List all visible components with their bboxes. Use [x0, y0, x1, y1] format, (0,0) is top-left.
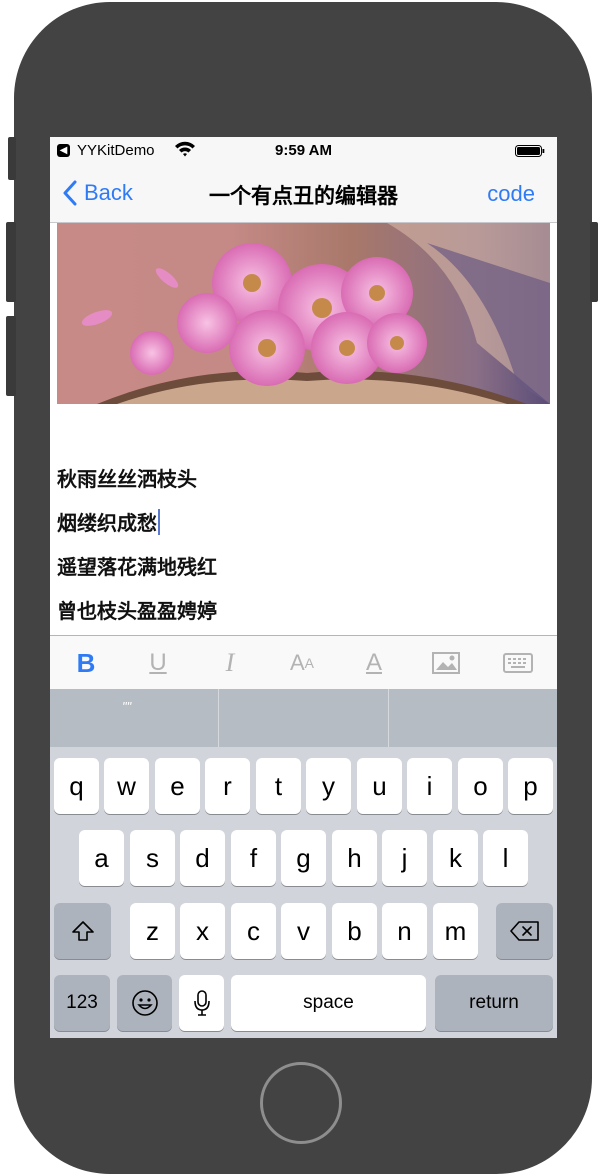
side-button-volume-down	[6, 316, 16, 396]
font-size-small-glyph: A	[304, 655, 315, 671]
page-title: 一个有点丑的编辑器	[209, 185, 398, 208]
key-d[interactable]: d	[180, 830, 225, 886]
editor-line[interactable]: 秋雨丝丝洒枝头	[57, 463, 197, 492]
numbers-key[interactable]: 123	[54, 975, 110, 1031]
key-g[interactable]: g	[281, 830, 326, 886]
text-color-button[interactable]: A	[338, 636, 410, 690]
battery-icon	[515, 145, 545, 157]
insert-image-button[interactable]	[410, 636, 482, 690]
suggestion-slot[interactable]	[219, 689, 388, 747]
key-n[interactable]: n	[382, 903, 427, 959]
shift-icon	[71, 921, 94, 941]
key-p[interactable]: p	[508, 758, 553, 814]
key-f[interactable]: f	[231, 830, 276, 886]
key-h[interactable]: h	[332, 830, 377, 886]
key-i[interactable]: i	[407, 758, 452, 814]
clock: 9:59 AM	[275, 142, 332, 159]
keyboard-icon	[503, 653, 533, 673]
dictation-key[interactable]	[179, 975, 224, 1031]
emoji-key[interactable]	[117, 975, 172, 1031]
editor-line[interactable]: 曾也枝头盈盈娉婷	[57, 595, 217, 624]
delete-key[interactable]	[496, 903, 553, 959]
key-q[interactable]: q	[54, 758, 99, 814]
bold-button[interactable]: B	[50, 636, 122, 690]
key-e[interactable]: e	[155, 758, 200, 814]
key-c[interactable]: c	[231, 903, 276, 959]
suggestion-text: ""	[122, 699, 132, 714]
return-key[interactable]: return	[435, 975, 553, 1031]
navigation-bar: Back 一个有点丑的编辑器 code	[50, 164, 557, 223]
code-button[interactable]: code	[487, 181, 535, 207]
italic-button[interactable]: I	[194, 636, 266, 690]
key-b[interactable]: b	[332, 903, 377, 959]
keyboard: "" q w e r t y u i o p a s d f g h j k l	[50, 689, 557, 1038]
editor-line[interactable]: 烟缕织成愁	[57, 507, 160, 536]
suggestion-bar: ""	[50, 689, 557, 747]
font-size-button[interactable]: AA	[266, 636, 338, 690]
key-o[interactable]: o	[458, 758, 503, 814]
key-j[interactable]: j	[382, 830, 427, 886]
key-r[interactable]: r	[205, 758, 250, 814]
screen: ◀ YYKitDemo 9:59 AM Back 一个有点丑的编辑器 code	[50, 137, 557, 1038]
space-key[interactable]: space	[231, 975, 426, 1031]
key-t[interactable]: t	[256, 758, 301, 814]
backspace-icon	[509, 921, 539, 941]
key-a[interactable]: a	[79, 830, 124, 886]
side-button-volume-up	[6, 222, 16, 302]
key-s[interactable]: s	[130, 830, 175, 886]
dismiss-keyboard-button[interactable]	[482, 636, 554, 690]
text-cursor	[158, 509, 160, 535]
shift-key[interactable]	[54, 903, 111, 959]
home-button[interactable]	[260, 1062, 342, 1144]
status-bar: ◀ YYKitDemo 9:59 AM	[50, 137, 557, 164]
key-y[interactable]: y	[306, 758, 351, 814]
font-size-big-glyph: A	[289, 650, 305, 675]
flower-book-image[interactable]	[57, 223, 550, 404]
key-k[interactable]: k	[433, 830, 478, 886]
key-u[interactable]: u	[357, 758, 402, 814]
editor-line-text: 烟缕织成愁	[57, 513, 157, 535]
key-m[interactable]: m	[433, 903, 478, 959]
emoji-icon	[131, 990, 158, 1016]
suggestion-slot[interactable]	[389, 689, 557, 747]
key-x[interactable]: x	[180, 903, 225, 959]
suggestion-slot[interactable]: ""	[50, 689, 218, 747]
editor-line[interactable]: 遥望落花满地残红	[57, 551, 217, 580]
underline-button[interactable]: U	[122, 636, 194, 690]
microphone-icon	[193, 990, 210, 1016]
key-l[interactable]: l	[483, 830, 528, 886]
image-icon	[432, 652, 460, 674]
side-button-mute	[8, 137, 16, 180]
format-toolbar: B U I AA A	[50, 635, 557, 690]
key-z[interactable]: z	[130, 903, 175, 959]
key-v[interactable]: v	[281, 903, 326, 959]
key-w[interactable]: w	[104, 758, 149, 814]
side-button-power	[590, 222, 598, 302]
